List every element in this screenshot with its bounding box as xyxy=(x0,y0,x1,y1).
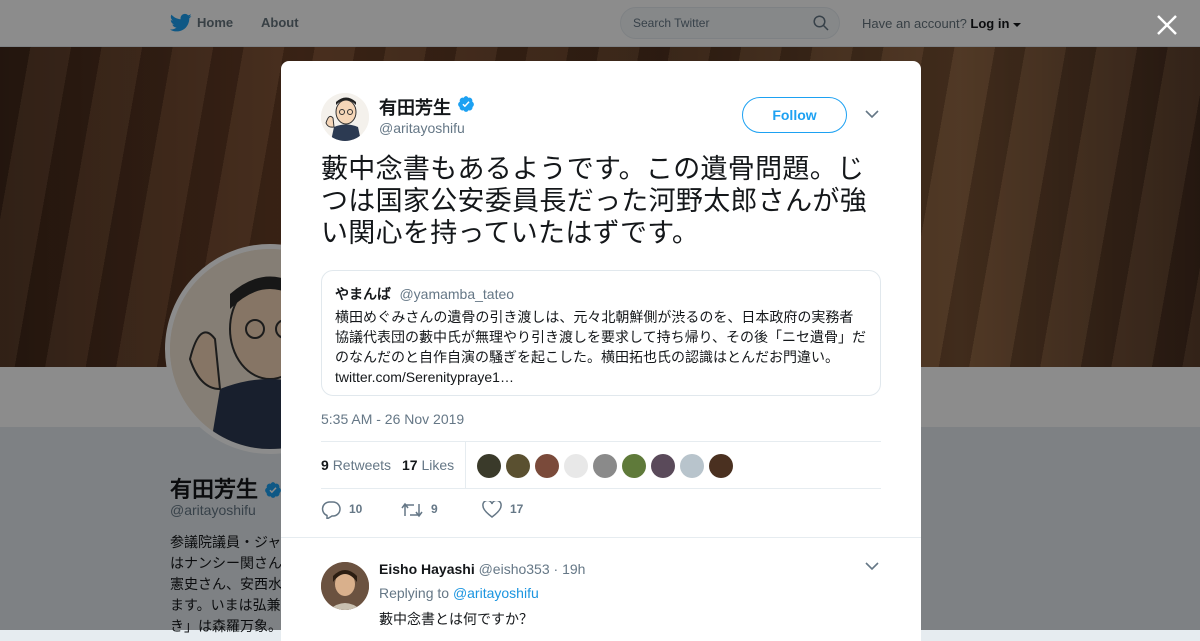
author-avatar[interactable] xyxy=(321,93,369,141)
liker-avatar[interactable] xyxy=(506,454,530,478)
like-count: 17 xyxy=(510,502,524,517)
quoted-tweet-text: 横田めぐみさんの遺骨の引き渡しは、元々北朝鮮側が渋るのを、日本政府の実務者協議代… xyxy=(335,309,867,365)
tweet-timestamp[interactable]: 5:35 AM - 26 Nov 2019 xyxy=(321,411,464,427)
reply-author-name[interactable]: Eisho Hayashi xyxy=(379,561,475,577)
chevron-down-icon[interactable] xyxy=(865,561,879,571)
replying-prefix: Replying to xyxy=(379,585,450,601)
tweet-permalink-modal: 有田芳生 @aritayoshifu Follow 藪中念書もあるようです。この… xyxy=(281,61,921,641)
replying-to: Replying to @aritayoshifu xyxy=(379,585,539,601)
follow-button[interactable]: Follow xyxy=(742,97,847,133)
likes-stat[interactable]: 17 Likes xyxy=(402,457,454,473)
reply-author-avatar[interactable] xyxy=(321,562,369,610)
retweet-icon xyxy=(401,502,423,518)
liker-avatar[interactable] xyxy=(564,454,588,478)
reply-header: Eisho Hayashi @eisho353 · 19h xyxy=(379,561,585,577)
reply-author-handle[interactable]: @eisho353 xyxy=(479,561,550,577)
author-handle[interactable]: @aritayoshifu xyxy=(379,120,465,136)
likes-label: Likes xyxy=(421,457,455,473)
retweets-stat[interactable]: 9 Retweets xyxy=(321,457,391,473)
liker-avatar[interactable] xyxy=(651,454,675,478)
author-name[interactable]: 有田芳生 xyxy=(379,94,451,120)
reply-text: 藪中念書とは何ですか？ xyxy=(379,611,533,627)
stats-divider xyxy=(465,442,466,488)
tweet-text: 藪中念書もあるようです。この遺骨問題。じつは国家公安委員長だった河野太郎さんが強… xyxy=(321,154,867,248)
likes-count: 17 xyxy=(402,457,418,473)
liker-avatar[interactable] xyxy=(709,454,733,478)
liker-avatar[interactable] xyxy=(593,454,617,478)
liker-avatar[interactable] xyxy=(680,454,704,478)
retweet-action[interactable]: 9 xyxy=(401,501,438,519)
reply-avatar-image xyxy=(321,562,369,610)
liker-avatar[interactable] xyxy=(477,454,501,478)
tweet-actions: 10 9 17 xyxy=(321,499,881,523)
divider xyxy=(281,537,921,538)
liker-avatar[interactable] xyxy=(622,454,646,478)
close-icon[interactable] xyxy=(1154,12,1180,38)
quoted-tweet-link[interactable]: twitter.com/Serenityprayе1… xyxy=(335,367,867,387)
retweet-count: 9 xyxy=(431,502,438,517)
quoted-author-handle: @yamamba_tateo xyxy=(399,286,515,302)
separator-dot: · xyxy=(553,561,559,577)
chevron-down-icon[interactable] xyxy=(865,109,879,119)
retweets-count: 9 xyxy=(321,457,329,473)
heart-icon xyxy=(482,499,502,518)
reply-icon xyxy=(321,501,341,521)
quoted-tweet[interactable]: やまんば @yamamba_tateo 横田めぐみさんの遺骨の引き渡しは、元々北… xyxy=(321,270,881,396)
liker-avatar[interactable] xyxy=(535,454,559,478)
author-avatar-image xyxy=(321,93,369,141)
like-action[interactable]: 17 xyxy=(482,499,524,519)
reply-time[interactable]: 19h xyxy=(562,561,585,577)
tweet-stats: 9 Retweets 17 Likes xyxy=(321,441,881,489)
replying-to-link[interactable]: @aritayoshifu xyxy=(453,585,539,601)
quoted-author-name: やまんば xyxy=(335,286,391,302)
reply-count: 10 xyxy=(349,502,363,517)
retweets-label: Retweets xyxy=(332,457,392,473)
reply-action[interactable]: 10 xyxy=(321,501,363,521)
verified-badge-icon xyxy=(458,96,474,112)
